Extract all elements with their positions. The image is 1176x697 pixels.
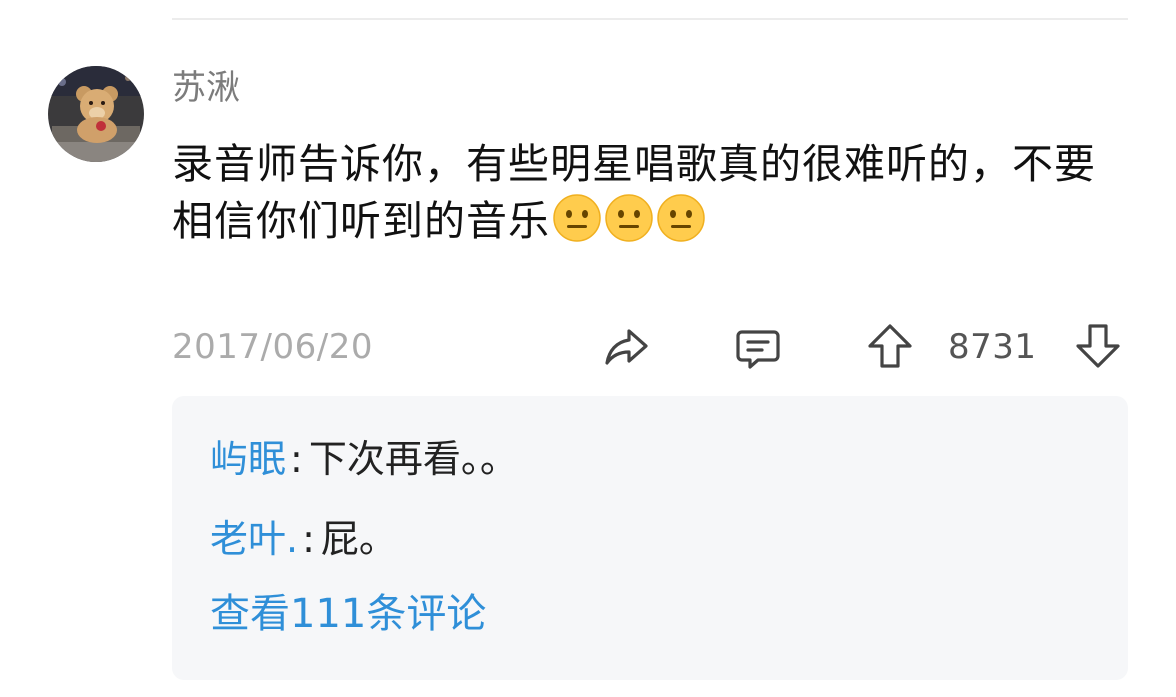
share-icon[interactable] [602, 322, 650, 370]
comment-text: 录音师告诉你，有些明星唱歌真的很难听的，不要相信你们听到的音乐 [172, 136, 1132, 250]
teddy-bear-avatar-image [48, 66, 144, 162]
reply-item: 屿眠: 下次再看。。 [210, 434, 518, 484]
reply-user[interactable]: 屿眠 [210, 437, 286, 481]
upvote-arrow-icon[interactable] [866, 322, 914, 370]
reply-text: 屁。 [320, 517, 397, 561]
reply-user[interactable]: 老叶. [210, 517, 298, 561]
top-divider [172, 18, 1128, 20]
vote-count: 8731 [948, 327, 1037, 367]
avatar[interactable] [48, 66, 144, 162]
view-more-comments-link[interactable]: 查看111条评论 [210, 588, 486, 640]
neutral-face-emoji-icon [552, 193, 602, 243]
comment-date: 2017/06/20 [172, 327, 373, 367]
reply-text: 下次再看。。 [308, 437, 518, 481]
replies-panel: 屿眠: 下次再看。。 老叶.: 屁。 查看111条评论 [172, 396, 1128, 680]
neutral-face-emoji-icon [604, 193, 654, 243]
reply-item: 老叶.: 屁。 [210, 514, 397, 564]
downvote-arrow-icon[interactable] [1074, 322, 1122, 370]
neutral-face-emoji-icon [656, 193, 706, 243]
comment-icon[interactable] [734, 324, 782, 372]
comment-author[interactable]: 苏湫 [172, 66, 240, 110]
reply-separator: : [302, 517, 315, 561]
reply-separator: : [290, 437, 303, 481]
